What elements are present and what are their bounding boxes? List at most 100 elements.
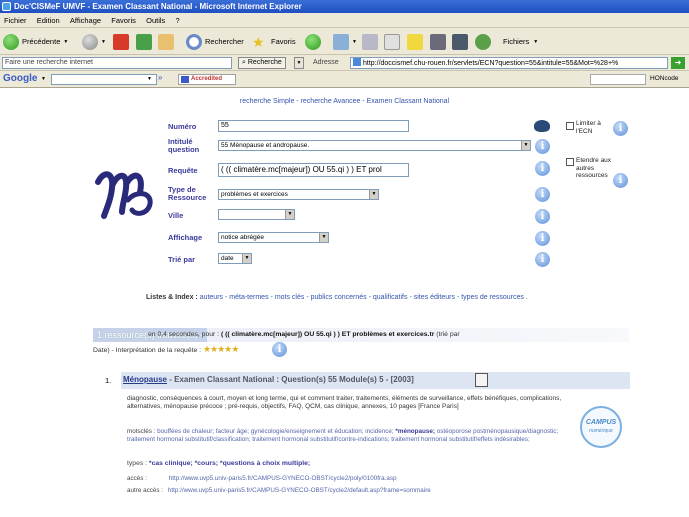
page-icon: [353, 58, 361, 66]
result-title-link[interactable]: Ménopause: [123, 375, 167, 384]
keywords-label: motsclés :: [127, 428, 156, 435]
back-button[interactable]: Précédente ▼: [3, 32, 68, 51]
info-icon-ville[interactable]: i: [535, 209, 550, 224]
index-mots-cles[interactable]: mots clés: [275, 294, 305, 301]
info-icon-limiter[interactable]: i: [613, 121, 628, 136]
menu-bar: Fichier Edition Affichage Favoris Outils…: [0, 13, 689, 28]
info-icon-interpretation[interactable]: i: [272, 342, 287, 357]
info-icon-affichage[interactable]: i: [535, 231, 550, 246]
index-qualificatifs[interactable]: qualificatifs: [373, 294, 408, 301]
favorites-button[interactable]: ★ Favoris: [252, 32, 296, 51]
index-sites-editeurs[interactable]: sites éditeurs: [414, 294, 455, 301]
print-button[interactable]: [362, 32, 381, 51]
web-search-button[interactable]: ⌕ Recherche: [238, 57, 286, 69]
menu-edition[interactable]: Edition: [33, 13, 64, 28]
intitule-label: Intitulé question: [168, 137, 200, 154]
web-search-input[interactable]: Faire une recherche internet: [2, 57, 232, 69]
edit-button[interactable]: [384, 32, 403, 51]
go-button[interactable]: ➜: [671, 57, 685, 69]
type-ressource-select[interactable]: problèmes et exercices ▼: [218, 189, 379, 200]
info-icon-trie[interactable]: i: [535, 252, 550, 267]
types-list: *cas clinique; *cours; *questions à choi…: [148, 460, 311, 467]
results-query: ( (( climatère.mc[majeur]) OU 55.qi ) ) …: [220, 331, 435, 338]
intitule-select[interactable]: 55 Ménopause et andropause. ▼: [218, 140, 531, 151]
numero-input[interactable]: 55: [218, 120, 409, 132]
keyword-menopause[interactable]: *ménopause;: [395, 428, 435, 435]
types-label: types :: [127, 460, 148, 467]
google-search-dropdown-icon[interactable]: ▼: [147, 76, 152, 82]
results-interpretation: Date) - Interprétation de la requête : ★…: [93, 344, 239, 355]
print-icon: [362, 33, 378, 50]
result-title-rest: - Examen Classant National : Question(s)…: [169, 375, 414, 384]
link-recherche-avancee[interactable]: recherche Avancee: [301, 98, 361, 105]
affichage-select[interactable]: notice abrégée ▼: [218, 232, 329, 243]
stop-button[interactable]: [113, 32, 132, 51]
info-icon-intitule[interactable]: i: [535, 139, 550, 154]
messenger-button[interactable]: [475, 32, 494, 51]
etendre-checkbox[interactable]: [566, 158, 574, 166]
photo-button[interactable]: [452, 32, 471, 51]
keywords-list[interactable]: bouffées de chaleur; facteur âge; gynéco…: [157, 428, 394, 435]
honcode-input[interactable]: [590, 74, 646, 85]
link-recherche-simple[interactable]: recherche Simple: [240, 98, 294, 105]
refresh-button[interactable]: [136, 32, 155, 51]
google-toolbar: Google ▼ ▼ » Accredited HONcode: [0, 71, 689, 88]
index-meta-termes[interactable]: méta-termes: [229, 294, 268, 301]
mail-button[interactable]: ▼: [333, 32, 357, 51]
requete-input[interactable]: ( (( climatère.mc[majeur]) OU 55.qi ) ) …: [218, 163, 409, 177]
refresh-icon: [136, 33, 152, 50]
google-dropdown-icon[interactable]: ▼: [41, 76, 46, 82]
access-link[interactable]: http://www.uvp5.univ-paris5.fr/CAMPUS-GY…: [169, 475, 397, 482]
ville-select[interactable]: ▼: [218, 209, 295, 220]
help-search-icon[interactable]: [534, 120, 550, 132]
other-access-link[interactable]: http://www.uvp5.univ-paris5.fr/CAMPUS-GY…: [168, 487, 431, 494]
edit-icon: [384, 33, 400, 50]
history-button[interactable]: [305, 32, 324, 51]
url-field[interactable]: http://doccismef.chu-rouen.fr/servlets/E…: [350, 57, 668, 69]
result-access: accès : http://www.uvp5.univ-paris5.fr/C…: [127, 475, 397, 482]
info-icon-type[interactable]: i: [535, 187, 550, 202]
link-ecn[interactable]: Examen Classant National: [367, 98, 450, 105]
campus-numerique-logo[interactable]: CAMPUS numérique: [580, 406, 622, 448]
info-icon-requete[interactable]: i: [535, 161, 550, 176]
ie-icon: [2, 2, 11, 11]
result-keywords: motsclés : bouffées de chaleur; facteur …: [127, 428, 572, 444]
honcode-label: HONcode: [650, 75, 679, 82]
home-button[interactable]: [158, 32, 177, 51]
result-title[interactable]: Ménopause - Examen Classant National : Q…: [123, 375, 414, 384]
limiter-checkbox[interactable]: [566, 122, 574, 130]
menu-fichier[interactable]: Fichier: [0, 13, 31, 28]
files-button[interactable]: Fichiers ▼: [503, 32, 538, 51]
menu-affichage[interactable]: Affichage: [66, 13, 105, 28]
address-bar: Faire une recherche internet ⌕ Recherche…: [0, 55, 689, 71]
chevron-right-icon[interactable]: »: [158, 73, 162, 82]
page-content: recherche Simple - recherche Avancee - E…: [0, 88, 689, 517]
messenger-icon: [475, 33, 491, 50]
forward-arrow-icon: [82, 33, 98, 50]
notes-button[interactable]: [407, 32, 426, 51]
back-arrow-icon: [3, 33, 19, 50]
document-icon[interactable]: [475, 373, 488, 387]
forward-dropdown-icon: ▼: [101, 38, 106, 45]
index-auteurs[interactable]: auteurs: [200, 294, 223, 301]
search-button[interactable]: Rechercher: [186, 32, 244, 51]
index-types[interactable]: types de ressources: [461, 294, 524, 301]
trie-par-select[interactable]: date ▼: [218, 253, 252, 264]
forward-button[interactable]: ▼: [82, 32, 106, 51]
menu-favoris[interactable]: Favoris: [107, 13, 140, 28]
index-publics[interactable]: publics concernés: [311, 294, 367, 301]
result-other-access: autre accès : http://www.uvp5.univ-paris…: [127, 487, 431, 494]
save-button[interactable]: [430, 32, 449, 51]
google-logo[interactable]: Google: [3, 73, 37, 84]
search-dropdown-icon[interactable]: ▼: [294, 57, 304, 69]
results-summary: en 0,4 secondes, pour : ( (( climatère.m…: [148, 331, 460, 338]
accredited-badge[interactable]: Accredited: [178, 74, 236, 85]
google-search-input[interactable]: [51, 74, 157, 85]
star-icon: ★: [252, 33, 265, 50]
back-dropdown-icon: ▼: [63, 38, 69, 45]
menu-outils[interactable]: Outils: [142, 13, 169, 28]
disk-icon: [430, 33, 446, 50]
other-access-label: autre accès :: [127, 487, 164, 494]
info-icon-etendre[interactable]: i: [613, 173, 628, 188]
menu-help[interactable]: ?: [172, 13, 184, 28]
